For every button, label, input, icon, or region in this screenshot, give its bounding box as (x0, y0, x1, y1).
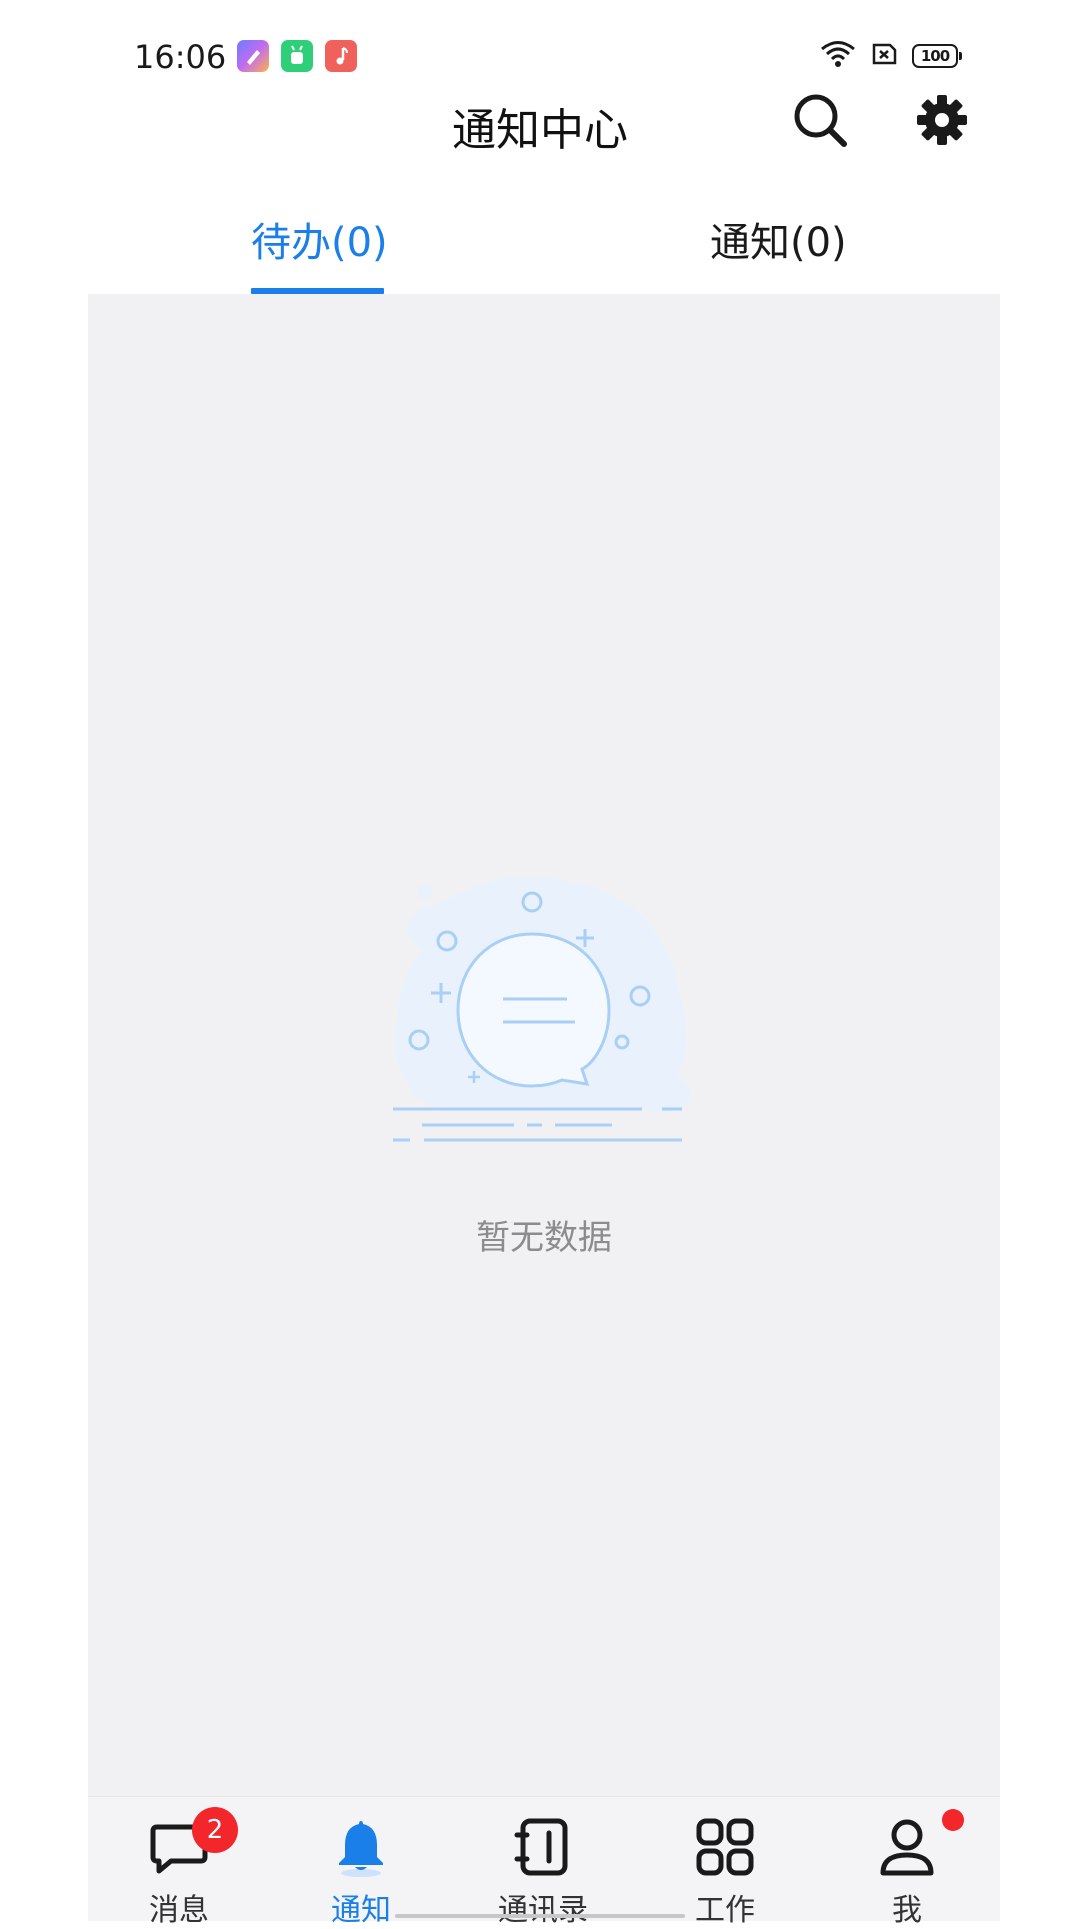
tab-bar: 待办(0) 通知(0) (88, 190, 1000, 294)
nav-item-messages[interactable]: 2 消息 (88, 1797, 270, 1928)
tab-notifications[interactable]: 通知(0) (710, 210, 847, 268)
app-header: 通知中心 (0, 80, 1080, 160)
wifi-icon (820, 39, 856, 73)
system-status-icons: 100 (820, 39, 962, 73)
nav-item-work[interactable]: 工作 (634, 1797, 816, 1928)
search-icon (794, 94, 847, 147)
music-app-icon (325, 40, 357, 72)
android-app-icon (281, 40, 313, 72)
empty-state-text: 暂无数据 (476, 1218, 612, 1258)
pen-app-icon (237, 40, 269, 72)
nav-item-notifications[interactable]: 通知 (270, 1797, 452, 1928)
nav-label-work: 工作 (695, 1893, 755, 1928)
nav-label-contacts: 通讯录 (498, 1893, 588, 1928)
nav-label-messages: 消息 (149, 1893, 209, 1928)
battery-icon: 100 (912, 44, 962, 68)
empty-chat-bubble-illustration (377, 864, 707, 1194)
settings-button[interactable] (910, 88, 974, 152)
nav-item-me[interactable]: 我 (816, 1797, 998, 1928)
bell-icon (339, 1821, 383, 1877)
todo-list-area[interactable]: 暂无数据 (88, 294, 1000, 1796)
home-indicator (395, 1914, 685, 1918)
sim-off-icon (870, 42, 898, 70)
tab-todo[interactable]: 待办(0) (251, 210, 388, 268)
search-button[interactable] (788, 88, 852, 152)
nav-item-contacts[interactable]: 通讯录 (452, 1797, 634, 1928)
bottom-navigation: 2 消息 通知 通讯录 工作 我 (88, 1796, 1000, 1928)
unread-badge: 2 (192, 1807, 238, 1853)
nav-label-me: 我 (892, 1893, 922, 1928)
new-indicator-dot (942, 1809, 964, 1831)
nav-label-notifications: 通知 (331, 1893, 391, 1928)
gear-icon (917, 95, 967, 145)
grid-icon (696, 1818, 754, 1876)
status-time: 16:06 (134, 38, 227, 76)
contacts-book-icon (514, 1818, 568, 1876)
person-icon (880, 1819, 934, 1876)
